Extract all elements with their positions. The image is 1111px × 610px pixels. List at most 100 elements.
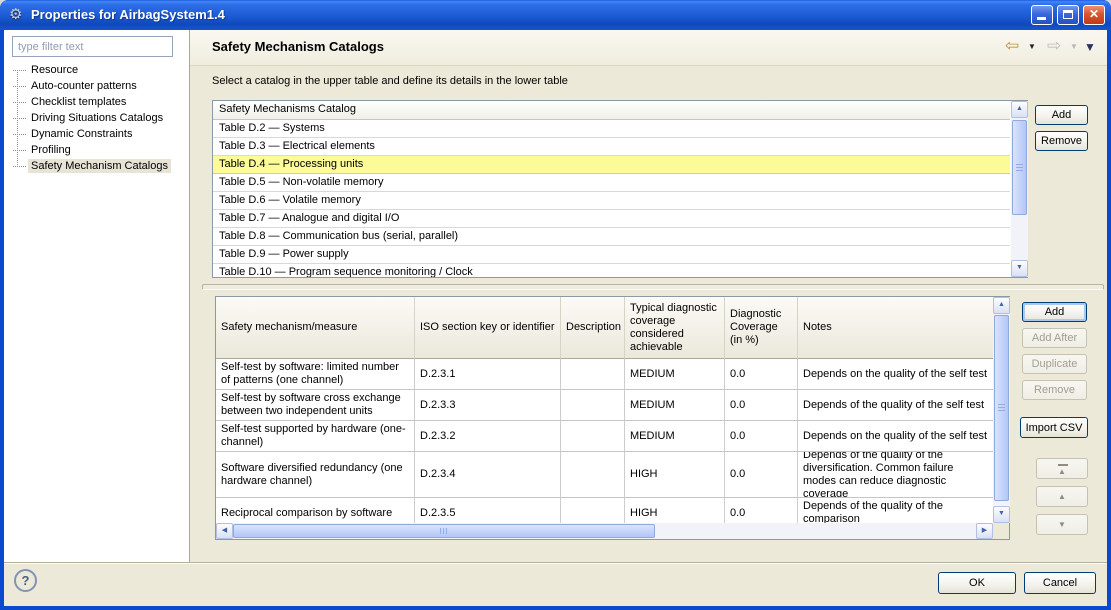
column-header[interactable]: Typical diagnostic coverage considered a… bbox=[625, 297, 725, 359]
table-cell: 0.0 bbox=[725, 452, 798, 498]
table-row[interactable]: Reciprocal comparison by softwareD.2.3.5… bbox=[216, 498, 993, 523]
sidebar-item[interactable]: Driving Situations Catalogs bbox=[8, 110, 186, 126]
minimize-button[interactable] bbox=[1031, 5, 1053, 25]
table-cell: Software diversified redundancy (one har… bbox=[216, 452, 415, 498]
details-add-after-button[interactable]: Add After bbox=[1022, 328, 1087, 348]
cancel-button[interactable]: Cancel bbox=[1024, 572, 1096, 594]
back-arrow-icon[interactable]: ⇦ bbox=[1005, 36, 1019, 56]
column-header[interactable]: Safety mechanism/measure bbox=[216, 297, 415, 359]
table-row[interactable]: Self-test by software cross exchange bet… bbox=[216, 390, 993, 421]
details-table-rows: Self-test by software: limited number of… bbox=[216, 359, 993, 523]
column-header[interactable]: ISO section key or identifier bbox=[415, 297, 561, 359]
scroll-down-icon[interactable]: ▼ bbox=[1011, 260, 1028, 277]
maximize-button[interactable] bbox=[1057, 5, 1079, 25]
sidebar-item[interactable]: Resource bbox=[8, 62, 186, 78]
maximize-icon bbox=[1063, 10, 1073, 19]
catalog-row[interactable]: Table D.7 — Analogue and digital I/O bbox=[213, 210, 1010, 228]
sidebar-item[interactable]: Profiling bbox=[8, 142, 186, 158]
column-header[interactable]: Notes bbox=[798, 297, 993, 359]
table-cell bbox=[561, 390, 625, 421]
sidebar-item-label: Profiling bbox=[28, 143, 74, 157]
catalog-vertical-scrollbar[interactable]: ▲ ▼ bbox=[1011, 101, 1028, 277]
sash-separator[interactable] bbox=[202, 284, 1104, 290]
details-horizontal-scrollbar[interactable]: ◀ ▶ bbox=[216, 523, 993, 539]
close-icon: ✕ bbox=[1084, 7, 1104, 21]
column-header[interactable]: Diagnostic Coverage (in %) bbox=[725, 297, 798, 359]
catalog-row[interactable]: Table D.3 — Electrical elements bbox=[213, 138, 1010, 156]
scroll-up-icon[interactable]: ▲ bbox=[1011, 101, 1028, 118]
scrollbar-thumb[interactable] bbox=[233, 524, 655, 538]
minimize-icon bbox=[1037, 17, 1046, 20]
table-cell bbox=[561, 498, 625, 523]
table-row[interactable]: Self-test by software: limited number of… bbox=[216, 359, 993, 390]
details-button-stack: Add Add After Duplicate Remove bbox=[1022, 302, 1087, 406]
catalog-remove-button[interactable]: Remove bbox=[1035, 131, 1088, 151]
table-cell: Depends on the quality of the self test bbox=[798, 359, 993, 390]
catalog-table: Safety Mechanisms Catalog Table D.2 — Sy… bbox=[212, 100, 1028, 278]
table-cell: D.2.3.4 bbox=[415, 452, 561, 498]
catalog-table-header[interactable]: Safety Mechanisms Catalog bbox=[213, 101, 1010, 120]
titlebar[interactable]: ⚙ Properties for AirbagSystem1.4 ✕ bbox=[0, 0, 1111, 30]
catalog-row[interactable]: Table D.10 — Program sequence monitoring… bbox=[213, 264, 1010, 277]
scrollbar-thumb[interactable] bbox=[1012, 120, 1027, 215]
table-row[interactable]: Self-test supported by hardware (one-cha… bbox=[216, 421, 993, 452]
import-csv-button[interactable]: Import CSV bbox=[1020, 417, 1088, 438]
table-cell: Self-test by software: limited number of… bbox=[216, 359, 415, 390]
scroll-left-icon[interactable]: ◀ bbox=[216, 523, 233, 539]
scroll-up-icon[interactable]: ▲ bbox=[993, 297, 1010, 314]
properties-dialog: ⚙ Properties for AirbagSystem1.4 ✕ Resou… bbox=[0, 0, 1111, 610]
ok-button[interactable]: OK bbox=[938, 572, 1016, 594]
sidebar-item[interactable]: Auto-counter patterns bbox=[8, 78, 186, 94]
catalog-row[interactable]: Table D.6 — Volatile memory bbox=[213, 192, 1010, 210]
table-cell: 0.0 bbox=[725, 498, 798, 523]
move-top-icon: ▲ bbox=[1058, 467, 1066, 476]
sidebar-item[interactable]: Safety Mechanism Catalogs bbox=[8, 158, 186, 174]
help-button[interactable]: ? bbox=[14, 569, 37, 592]
move-top-button[interactable]: ▲ bbox=[1036, 458, 1088, 479]
details-duplicate-button[interactable]: Duplicate bbox=[1022, 354, 1087, 374]
back-dropdown-icon[interactable]: ▼ bbox=[1028, 42, 1036, 51]
catalog-row[interactable]: Table D.8 — Communication bus (serial, p… bbox=[213, 228, 1010, 246]
sidebar-item-label: Auto-counter patterns bbox=[28, 79, 140, 93]
table-cell: D.2.3.2 bbox=[415, 421, 561, 452]
footer-separator bbox=[4, 562, 1107, 564]
sidebar-item[interactable]: Dynamic Constraints bbox=[8, 126, 186, 142]
filter-input[interactable] bbox=[12, 36, 173, 57]
table-cell: Depends on the quality of the self test bbox=[798, 421, 993, 452]
move-up-icon: ▲ bbox=[1058, 492, 1066, 501]
move-down-button[interactable]: ▼ bbox=[1036, 514, 1088, 535]
catalog-table-rows: Table D.2 — SystemsTable D.3 — Electrica… bbox=[213, 120, 1010, 277]
table-row[interactable]: Software diversified redundancy (one har… bbox=[216, 452, 993, 498]
catalog-button-stack: Add Remove bbox=[1035, 105, 1088, 157]
table-cell: 0.0 bbox=[725, 390, 798, 421]
details-vertical-scrollbar[interactable]: ▲ ▼ bbox=[993, 297, 1010, 523]
table-cell: D.2.3.5 bbox=[415, 498, 561, 523]
table-cell: Depends of the quality of the diversific… bbox=[798, 452, 993, 498]
catalog-row[interactable]: Table D.9 — Power supply bbox=[213, 246, 1010, 264]
table-cell: Depends of the quality of the self test bbox=[798, 390, 993, 421]
table-cell: D.2.3.1 bbox=[415, 359, 561, 390]
table-cell: Depends of the quality of the comparison bbox=[798, 498, 993, 523]
details-remove-button[interactable]: Remove bbox=[1022, 380, 1087, 400]
scroll-right-icon[interactable]: ▶ bbox=[976, 523, 993, 539]
scroll-down-icon[interactable]: ▼ bbox=[993, 506, 1010, 523]
table-cell: Self-test supported by hardware (one-cha… bbox=[216, 421, 415, 452]
scrollbar-thumb[interactable] bbox=[994, 315, 1009, 501]
close-button[interactable]: ✕ bbox=[1083, 5, 1105, 25]
catalog-row[interactable]: Table D.2 — Systems bbox=[213, 120, 1010, 138]
forward-arrow-icon[interactable]: ⇨ bbox=[1047, 36, 1061, 56]
move-up-button[interactable]: ▲ bbox=[1036, 486, 1088, 507]
sidebar-item-label: Driving Situations Catalogs bbox=[28, 111, 166, 125]
view-menu-icon[interactable]: ▼ bbox=[1084, 40, 1096, 54]
column-header[interactable]: Description bbox=[561, 297, 625, 359]
tree-guide-line bbox=[17, 70, 18, 167]
details-add-button[interactable]: Add bbox=[1022, 302, 1087, 322]
catalog-add-button[interactable]: Add bbox=[1035, 105, 1088, 125]
table-cell bbox=[561, 359, 625, 390]
forward-dropdown-icon[interactable]: ▼ bbox=[1070, 42, 1078, 51]
catalog-row[interactable]: Table D.4 — Processing units bbox=[213, 156, 1010, 174]
table-cell: MEDIUM bbox=[625, 359, 725, 390]
catalog-row[interactable]: Table D.5 — Non-volatile memory bbox=[213, 174, 1010, 192]
table-cell: 0.0 bbox=[725, 359, 798, 390]
sidebar-item[interactable]: Checklist templates bbox=[8, 94, 186, 110]
